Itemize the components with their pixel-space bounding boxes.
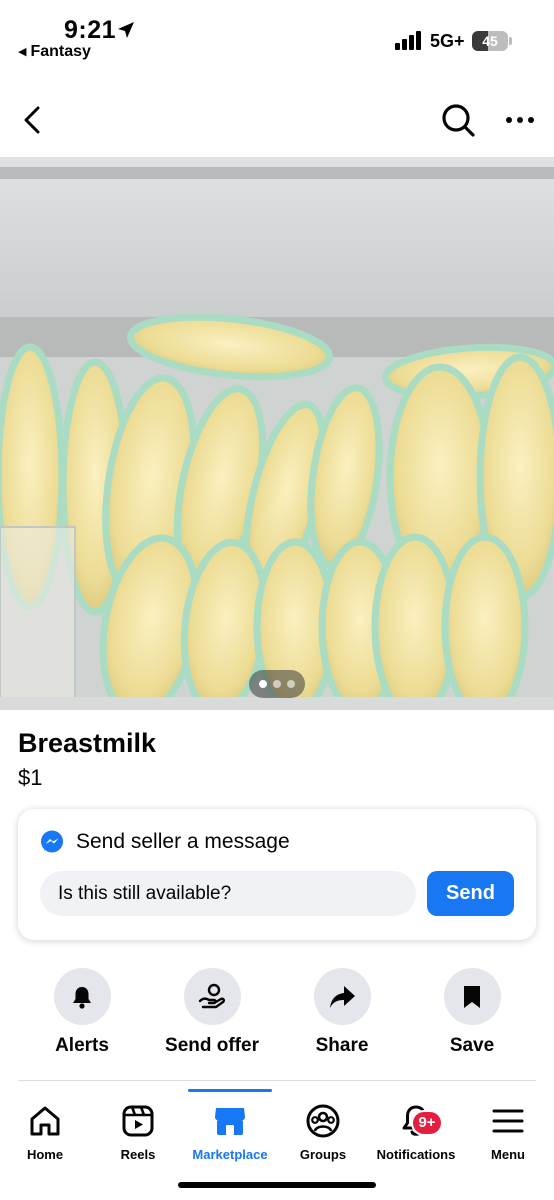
tab-menu[interactable]: Menu <box>473 1103 543 1162</box>
battery-percent: 45 <box>482 33 498 49</box>
alerts-circle[interactable] <box>53 968 111 1025</box>
save-circle[interactable] <box>443 968 501 1025</box>
status-bar: 9:21 ◀ Fantasy 5G+ 45 <box>0 0 554 70</box>
groups-icon <box>306 1104 340 1138</box>
share-circle[interactable] <box>313 968 371 1025</box>
listing-photo[interactable] <box>0 157 554 710</box>
send-message-card: Send seller a message Send <box>18 809 536 940</box>
pagination-dot[interactable] <box>273 680 281 688</box>
divider <box>18 1080 536 1081</box>
pagination-dot[interactable] <box>287 680 295 688</box>
tab-groups-label: Groups <box>299 1147 347 1162</box>
top-nav <box>0 90 554 150</box>
notification-badge: 9+ <box>411 1110 443 1136</box>
bookmark-icon <box>464 985 480 1008</box>
message-card-heading: Send seller a message <box>76 830 290 853</box>
listing-photo-image <box>0 157 554 710</box>
bottom-tab-bar: Home Reels Marketplace Groups 9+ Notific… <box>0 1089 554 1169</box>
marketplace-icon <box>215 1108 245 1135</box>
back-app-label: Fantasy <box>30 43 91 60</box>
message-input[interactable] <box>40 871 416 916</box>
messenger-icon <box>41 830 63 853</box>
tab-groups[interactable]: Groups <box>288 1103 358 1162</box>
share-button[interactable]: Share <box>282 968 402 1057</box>
home-indicator[interactable] <box>178 1182 376 1188</box>
alerts-label: Alerts <box>55 1035 109 1056</box>
menu-icon <box>492 1109 524 1133</box>
save-label: Save <box>449 1035 495 1056</box>
alerts-button[interactable]: Alerts <box>22 968 142 1057</box>
listing-price: $1 <box>18 765 43 790</box>
listing-title: Breastmilk <box>18 728 157 758</box>
tab-home[interactable]: Home <box>10 1103 80 1162</box>
send-offer-label: Send offer <box>165 1035 259 1056</box>
share-arrow-icon <box>330 985 355 1008</box>
tab-reels-label: Reels <box>120 1147 156 1162</box>
search-icon[interactable] <box>440 102 476 138</box>
pagination-dot[interactable] <box>259 680 267 688</box>
listing-actions: Alerts Send offer Share Save <box>0 968 554 1058</box>
tab-notifications[interactable]: 9+ Notifications <box>368 1103 464 1162</box>
send-offer-circle[interactable] <box>183 968 241 1025</box>
photo-pagination[interactable] <box>249 670 305 698</box>
send-button[interactable]: Send <box>427 871 514 916</box>
more-horizontal-icon[interactable] <box>504 106 536 134</box>
battery-icon: 45 <box>472 31 512 51</box>
network-type: 5G+ <box>430 31 465 51</box>
tab-reels[interactable]: Reels <box>103 1103 173 1162</box>
back-triangle-icon: ◀ <box>18 46 27 58</box>
location-arrow-icon <box>118 22 134 38</box>
bell-icon <box>73 986 91 1009</box>
offer-hand-icon <box>198 983 226 1008</box>
message-card-header: Send seller a message <box>40 830 290 854</box>
reels-icon <box>122 1105 154 1137</box>
status-time: 9:21 <box>64 16 117 44</box>
signal-bars-icon <box>395 31 421 50</box>
tab-marketplace-label: Marketplace <box>192 1147 268 1162</box>
home-icon <box>30 1106 60 1136</box>
back-to-app-link[interactable]: ◀ Fantasy <box>18 43 91 61</box>
active-tab-indicator <box>188 1089 272 1092</box>
save-button[interactable]: Save <box>412 968 532 1057</box>
tab-home-label: Home <box>26 1147 64 1162</box>
chevron-left-icon[interactable] <box>18 102 48 138</box>
tab-menu-label: Menu <box>491 1147 525 1162</box>
tab-notifications-label: Notifications <box>376 1147 456 1162</box>
tab-marketplace[interactable]: Marketplace <box>186 1103 274 1162</box>
share-label: Share <box>315 1035 369 1056</box>
send-offer-button[interactable]: Send offer <box>152 968 272 1057</box>
